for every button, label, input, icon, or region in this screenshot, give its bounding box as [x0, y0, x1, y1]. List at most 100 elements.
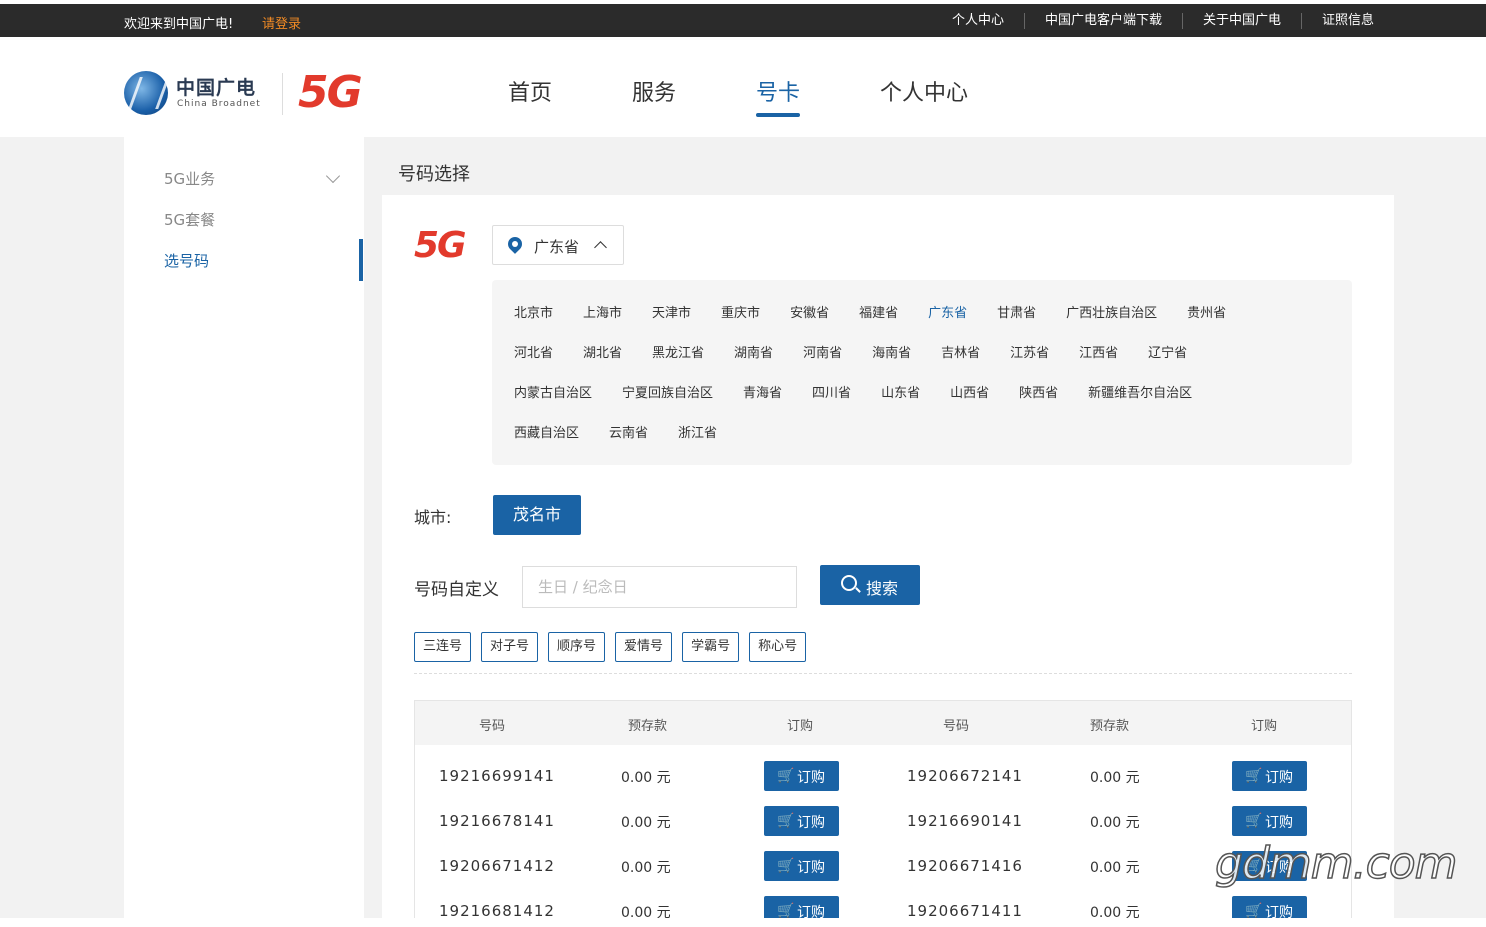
chevron-up-icon [594, 241, 607, 254]
tag-pair[interactable]: 对子号 [481, 632, 539, 662]
tag-sequence[interactable]: 顺序号 [548, 632, 606, 662]
divider [414, 673, 1352, 674]
order-button-label: 订购 [797, 815, 825, 831]
sidebar-item-5g-business[interactable]: 5G业务 [164, 168, 215, 189]
order-button-label: 订购 [1265, 770, 1293, 786]
number-select-panel: 5G 广东省 北京市 上海市 天津市 重庆市 安徽省 福建省 广东省 甘肃省 广… [382, 195, 1394, 927]
province-option[interactable]: 西藏自治区 [514, 422, 579, 462]
city-button[interactable]: 茂名市 [493, 495, 581, 535]
header-deposit: 预存款 [627, 719, 667, 734]
province-option[interactable]: 黑龙江省 [652, 342, 704, 382]
nav-number-card[interactable]: 号卡 [756, 75, 801, 117]
tag-scholar[interactable]: 学霸号 [682, 632, 740, 662]
header: 中国广电 China Broadnet 5G 首页 服务 号卡 个人中心 [0, 37, 1486, 137]
nav-personal-center[interactable]: 个人中心 [880, 75, 968, 115]
province-option[interactable]: 湖南省 [734, 342, 773, 382]
province-option[interactable]: 湖北省 [583, 342, 622, 382]
nav-service[interactable]: 服务 [632, 75, 676, 115]
province-option-selected[interactable]: 广东省 [928, 302, 967, 342]
province-option[interactable]: 宁夏回族自治区 [622, 382, 713, 422]
province-option[interactable]: 青海省 [743, 382, 782, 422]
province-option[interactable]: 新疆维吾尔自治区 [1088, 382, 1192, 422]
sidebar-item-select-number[interactable]: 选号码 [164, 250, 209, 271]
province-option[interactable]: 福建省 [859, 302, 898, 342]
province-option[interactable]: 河北省 [514, 342, 553, 382]
phone-number: 19206671416 [907, 857, 1023, 875]
province-option[interactable]: 广西壮族自治区 [1066, 302, 1157, 342]
province-option[interactable]: 上海市 [583, 302, 622, 342]
bottom-edge [0, 918, 1486, 927]
province-option[interactable]: 山西省 [950, 382, 989, 422]
deposit-price: 0.00 元 [621, 815, 671, 831]
main-nav: 首页 服务 号卡 个人中心 [508, 75, 1048, 117]
cart-icon: 🛒 [1245, 768, 1263, 784]
top-link-license[interactable]: 证照信息 [1300, 13, 1394, 29]
top-link-app-download[interactable]: 中国广电客户端下载 [1023, 13, 1182, 29]
order-button[interactable]: 🛒 订购 [764, 851, 839, 881]
search-button-label: 搜索 [866, 579, 899, 598]
custom-number-label: 号码自定义 [414, 580, 499, 600]
custom-number-input[interactable] [522, 566, 797, 608]
province-option[interactable]: 江西省 [1079, 342, 1118, 382]
header-deposit: 预存款 [1089, 719, 1129, 734]
watermark: gdmm.com [1214, 837, 1458, 890]
nav-home[interactable]: 首页 [508, 75, 552, 115]
tag-love[interactable]: 爱情号 [615, 632, 673, 662]
number-table: 号码 预存款 订购 号码 预存款 订购 19216699141 0.00 元 🛒… [414, 700, 1352, 927]
phone-number: 19206671412 [439, 857, 555, 875]
tag-triple[interactable]: 三连号 [414, 632, 472, 662]
logo-cn-text: 中国广电 [176, 77, 257, 99]
province-option[interactable]: 海南省 [872, 342, 911, 382]
table-header: 号码 预存款 订购 号码 预存款 订购 [415, 701, 1351, 745]
province-option[interactable]: 河南省 [803, 342, 842, 382]
province-row: 河北省 湖北省 黑龙江省 湖南省 河南省 海南省 吉林省 江苏省 江西省 辽宁省 [514, 342, 1352, 382]
logo-en-text: China Broadnet [177, 99, 261, 109]
deposit-price: 0.00 元 [621, 860, 671, 876]
search-button[interactable]: 搜索 [820, 565, 920, 605]
header-order: 订购 [1250, 719, 1277, 734]
order-button[interactable]: 🛒 订购 [764, 761, 839, 791]
province-option[interactable]: 四川省 [812, 382, 851, 422]
province-option[interactable]: 陕西省 [1019, 382, 1058, 422]
deposit-price: 0.00 元 [621, 770, 671, 786]
province-option[interactable]: 北京市 [514, 302, 553, 342]
phone-number: 19216699141 [439, 767, 555, 785]
province-option[interactable]: 内蒙古自治区 [514, 382, 592, 422]
chevron-down-icon[interactable] [325, 168, 341, 184]
order-button-label: 订购 [1265, 815, 1293, 831]
cart-icon: 🛒 [777, 768, 795, 784]
province-selected: 广东省 [534, 238, 580, 256]
province-row: 北京市 上海市 天津市 重庆市 安徽省 福建省 广东省 甘肃省 广西壮族自治区 … [514, 302, 1352, 342]
province-dropdown[interactable]: 广东省 [492, 225, 624, 265]
5g-logo: 5G [298, 67, 363, 118]
province-option[interactable]: 吉林省 [941, 342, 980, 382]
header-order: 订购 [786, 719, 813, 734]
order-button[interactable]: 🛒 订购 [1232, 761, 1307, 791]
province-option[interactable]: 江苏省 [1010, 342, 1049, 382]
china-broadnet-logo[interactable]: 中国广电 China Broadnet [124, 71, 274, 117]
login-link[interactable]: 请登录 [262, 13, 301, 32]
tag-favorite[interactable]: 称心号 [749, 632, 807, 662]
top-link-personal-center[interactable]: 个人中心 [932, 13, 1024, 29]
province-row: 内蒙古自治区 宁夏回族自治区 青海省 四川省 山东省 山西省 陕西省 新疆维吾尔… [514, 382, 1352, 422]
province-option[interactable]: 安徽省 [790, 302, 829, 342]
order-button[interactable]: 🛒 订购 [764, 806, 839, 836]
province-option[interactable]: 浙江省 [678, 422, 717, 462]
province-option[interactable]: 甘肃省 [997, 302, 1036, 342]
deposit-price: 0.00 元 [1090, 815, 1140, 831]
province-option[interactable]: 贵州省 [1187, 302, 1226, 342]
province-option[interactable]: 辽宁省 [1148, 342, 1187, 382]
province-option[interactable]: 重庆市 [721, 302, 760, 342]
header-number: 号码 [942, 719, 969, 734]
phone-number: 19206672141 [907, 767, 1023, 785]
province-option[interactable]: 山东省 [881, 382, 920, 422]
province-option[interactable]: 云南省 [609, 422, 648, 462]
page-title: 号码选择 [398, 164, 470, 185]
sidebar-item-5g-plan[interactable]: 5G套餐 [164, 209, 215, 230]
top-link-about[interactable]: 关于中国广电 [1181, 13, 1301, 29]
order-button[interactable]: 🛒 订购 [1232, 806, 1307, 836]
province-option[interactable]: 天津市 [652, 302, 691, 342]
search-icon [841, 575, 857, 591]
phone-number: 19216690141 [907, 812, 1023, 830]
top-bar: 欢迎来到中国广电! 请登录 个人中心 中国广电客户端下载 关于中国广电 证照信息 [0, 0, 1486, 37]
